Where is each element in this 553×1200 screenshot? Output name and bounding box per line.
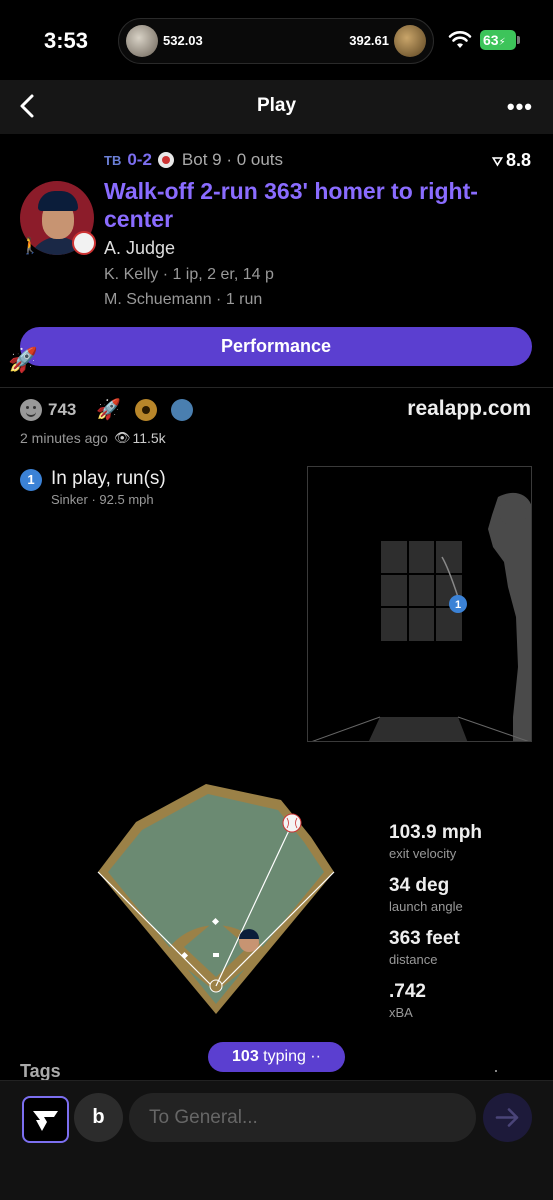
play-headline[interactable]: Walk-off 2-run 363' homer to right-cente… bbox=[104, 177, 524, 233]
battery-level: 63 bbox=[483, 32, 499, 48]
smile-reaction-icon[interactable] bbox=[20, 398, 42, 421]
page-title: Play bbox=[256, 95, 297, 116]
time-ago: 2 minutes ago bbox=[20, 430, 108, 446]
spray-chart[interactable] bbox=[96, 782, 336, 1017]
divider bbox=[0, 387, 553, 388]
typing-count: 103 bbox=[232, 1048, 259, 1065]
rating-flag-icon: ⛛ bbox=[492, 154, 503, 169]
message-input[interactable] bbox=[129, 1093, 476, 1142]
home-team-logo-icon bbox=[157, 152, 174, 168]
eye-icon: 👁 bbox=[113, 430, 131, 445]
pitch-location-label: 1 bbox=[455, 599, 461, 611]
pitchers-mound bbox=[213, 953, 219, 957]
more-options-icon[interactable]: ••• bbox=[507, 94, 533, 120]
game-situation: TB 0-2 Bot 9 · 0 outs bbox=[104, 150, 283, 170]
stat-label: distance bbox=[389, 952, 438, 967]
stat-label: exit velocity bbox=[389, 846, 457, 861]
nav-bar: Play ••• bbox=[0, 80, 553, 134]
wifi-icon bbox=[448, 31, 472, 48]
batter-head bbox=[499, 498, 527, 526]
stat-launch-angle: 34 deg launch angle bbox=[389, 875, 482, 914]
arrow-right-icon bbox=[495, 1108, 519, 1127]
performance-button[interactable]: Performance bbox=[20, 327, 532, 366]
away-team-logo: TB bbox=[104, 152, 122, 168]
reaction-count: 743 bbox=[48, 399, 77, 419]
nuke-reaction-icon[interactable] bbox=[135, 398, 158, 421]
chat-input-bar: b bbox=[0, 1080, 553, 1200]
home-plate bbox=[368, 717, 468, 741]
user-avatar-button[interactable]: b bbox=[74, 1093, 123, 1142]
tags-heading: Tags bbox=[20, 1061, 61, 1081]
hit-stats: 103.9 mph exit velocity 34 deg launch an… bbox=[389, 822, 482, 1034]
batter-line[interactable]: A. Judge · 2/4, 2 rbi bbox=[104, 238, 523, 1143]
real-logo-icon bbox=[33, 1111, 58, 1131]
stat-label: launch angle bbox=[389, 899, 463, 914]
right-value: 392.61 bbox=[349, 33, 389, 48]
reactions-bar: 743 🚀 bbox=[20, 397, 194, 422]
zone-grid bbox=[381, 541, 462, 641]
pitch-result: In play, run(s) bbox=[51, 468, 166, 489]
rocket-icon: 🚀 bbox=[8, 347, 38, 374]
field-graphic bbox=[97, 784, 335, 1014]
inning-outs: Bot 9 · 0 outs bbox=[181, 150, 284, 169]
ground-line-left bbox=[312, 716, 381, 741]
stat-value: 363 feet bbox=[389, 928, 460, 949]
clock: 3:53 bbox=[44, 28, 89, 53]
typing-indicator[interactable]: 103 typing ·· bbox=[208, 1042, 345, 1072]
right-avatar-icon bbox=[394, 25, 426, 57]
rocket-reaction-icon[interactable]: 🚀 bbox=[96, 397, 121, 422]
pitch-number-badge: 1 bbox=[20, 469, 42, 491]
batter-name: A. Judge bbox=[104, 238, 176, 258]
stat-label: xBA bbox=[389, 1005, 413, 1020]
left-value: 532.03 bbox=[163, 33, 203, 48]
brand-link[interactable]: realapp.com bbox=[407, 397, 531, 421]
walk-icon: 🚶 bbox=[20, 238, 40, 255]
play-rating: ⛛ 8.8 bbox=[492, 150, 531, 171]
rating-value: 8.8 bbox=[505, 150, 531, 170]
score: 0-2 bbox=[127, 150, 152, 169]
stat-value: .742 bbox=[389, 981, 426, 1002]
stat-value: 34 deg bbox=[389, 875, 450, 896]
pitch-type: Sinker · 92.5 mph bbox=[51, 492, 154, 507]
left-avatar-icon bbox=[126, 25, 158, 57]
typing-label: typing ·· bbox=[258, 1048, 321, 1065]
view-count: 11.5k bbox=[132, 430, 166, 446]
stat-value: 103.9 mph bbox=[389, 822, 482, 843]
globe-reaction-icon[interactable] bbox=[171, 398, 194, 421]
post-meta: 2 minutes ago 👁 11.5k bbox=[20, 430, 166, 446]
dynamic-island[interactable]: 532.03 392.61 bbox=[118, 18, 434, 64]
stat-exit-velocity: 103.9 mph exit velocity bbox=[389, 822, 482, 861]
team-badge-icon bbox=[72, 231, 96, 255]
strike-zone-view[interactable]: 1 bbox=[307, 466, 532, 742]
batter-silhouette bbox=[488, 492, 531, 741]
stat-distance: 363 feet distance bbox=[389, 928, 482, 967]
pitcher-line[interactable]: K. Kelly · 1 ip, 2 er, 14 p bbox=[104, 266, 274, 284]
app-logo-button[interactable] bbox=[22, 1096, 69, 1143]
runner-line[interactable]: M. Schuemann · 1 run bbox=[104, 291, 262, 309]
send-button[interactable] bbox=[483, 1093, 532, 1142]
strike-zone-graphic: 1 bbox=[312, 492, 531, 741]
stat-xba: .742 xBA bbox=[389, 981, 482, 1020]
baseball-icon bbox=[282, 813, 302, 833]
status-bar: 3:53 532.03 392.61 63⚡ bbox=[0, 0, 553, 80]
battery-icon: 63⚡ bbox=[480, 30, 520, 50]
